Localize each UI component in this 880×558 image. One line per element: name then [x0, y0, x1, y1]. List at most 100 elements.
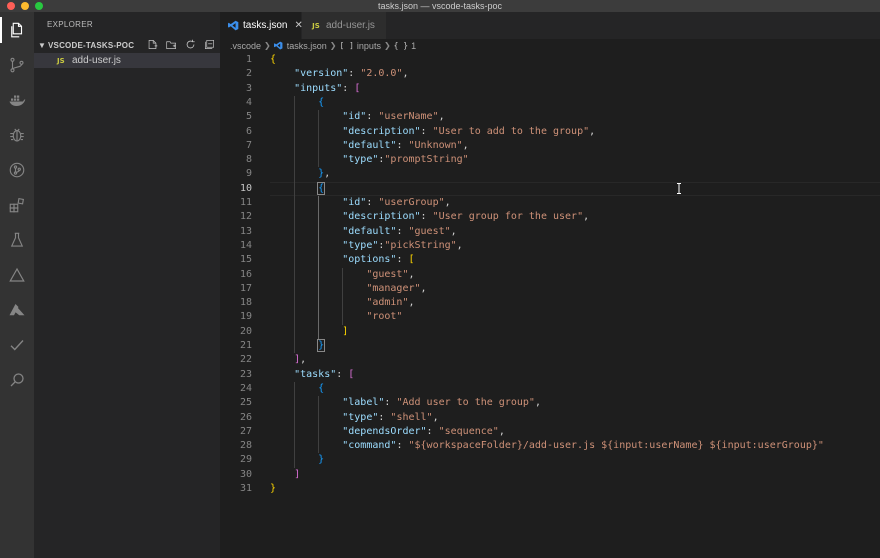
line-number: 3 — [245, 82, 252, 94]
code-line: 10 { — [220, 181, 880, 196]
deployment-icon[interactable] — [0, 259, 34, 291]
line-number: 30 — [239, 468, 252, 480]
breadcrumb-file[interactable]: tasks.json — [287, 41, 327, 51]
code-token: : — [426, 425, 439, 437]
breadcrumb-symbol-inputs[interactable]: inputs — [357, 41, 381, 51]
code-line: 26 "type": "shell", — [220, 411, 880, 425]
code-line: 3 "inputs": [ — [220, 82, 880, 96]
code-line: 23 "tasks": [ — [220, 368, 880, 382]
extensions-icon[interactable] — [0, 189, 34, 221]
code-text: "version": "2.0.0", — [270, 67, 409, 81]
line-number: 6 — [245, 125, 252, 137]
vscode-file-icon — [228, 20, 239, 32]
docker-icon[interactable] — [0, 84, 34, 116]
code-token: , — [444, 197, 451, 208]
code-token: : — [366, 197, 379, 208]
code-token: "manager" — [366, 282, 421, 294]
code-token: : — [348, 68, 361, 80]
collapse-all-icon[interactable] — [203, 38, 216, 51]
code-token: "version" — [294, 68, 349, 80]
line-number: 31 — [239, 483, 252, 494]
git-graph-icon[interactable] — [0, 154, 34, 186]
line-number: 20 — [239, 325, 252, 337]
code-line: 24 { — [220, 382, 880, 396]
breadcrumb-folder[interactable]: .vscode — [230, 41, 261, 51]
code-text: }, — [270, 167, 330, 181]
chevron-down-icon: ▼ — [38, 40, 46, 50]
code-line: 11 "id": "userGroup", — [220, 196, 880, 210]
new-file-icon[interactable] — [146, 38, 159, 51]
code-text: "tasks": [ — [270, 368, 354, 382]
code-line: 27 "dependsOrder": "sequence", — [220, 425, 880, 439]
code-token: , — [408, 268, 415, 280]
code-token: { — [318, 96, 325, 108]
code-editor[interactable]: 1{2 "version": "2.0.0", 3 "inputs": [4 {5… — [220, 52, 880, 558]
tab-tasks-json[interactable]: tasks.json ✕ — [220, 12, 303, 39]
code-token: ] — [342, 325, 349, 337]
code-token: "tasks" — [294, 368, 337, 380]
code-token: , — [324, 168, 331, 180]
code-text: "id": "userName", — [270, 110, 444, 124]
tab-add-user-js[interactable]: JS add-user.js — [302, 12, 386, 39]
code-line: 22 ], — [220, 353, 880, 367]
code-line: 21 } — [220, 339, 880, 353]
code-text: "inputs": [ — [270, 82, 360, 96]
code-token: "label" — [342, 397, 385, 409]
refresh-icon[interactable] — [184, 38, 197, 51]
line-number: 23 — [239, 368, 252, 380]
line-number: 15 — [239, 254, 252, 266]
code-token: , — [462, 139, 469, 151]
code-text: "type":"promptString" — [270, 153, 468, 167]
code-token: "type" — [342, 411, 379, 423]
code-line: 16 "guest", — [220, 268, 880, 282]
testing-icon[interactable] — [0, 224, 34, 256]
check-icon[interactable] — [0, 329, 34, 361]
code-token: "default" — [342, 225, 397, 237]
code-text: "default": "guest", — [270, 225, 456, 239]
code-text: "options": [ — [270, 253, 414, 267]
code-text: { — [270, 53, 276, 67]
code-line: 25 "label": "Add user to the group", — [220, 396, 880, 410]
code-token: , — [534, 397, 541, 409]
code-token: } — [317, 339, 326, 352]
workspace-folder-header[interactable]: ▼ VSCODE-TASKS-POC — [34, 38, 220, 52]
code-text: "root" — [270, 310, 402, 324]
file-item-add-user-js[interactable]: JS add-user.js — [34, 53, 220, 68]
source-control-icon[interactable] — [0, 49, 34, 81]
code-token: , — [420, 282, 427, 294]
code-token: : — [366, 111, 379, 123]
code-token: "${workspaceFolder}/add-user.js ${input:… — [408, 440, 824, 452]
breadcrumb-symbol-1[interactable]: 1 — [411, 41, 416, 51]
code-token: "id" — [342, 111, 367, 123]
debug-icon[interactable] — [0, 119, 34, 151]
line-number: 5 — [245, 111, 252, 123]
code-token: "userGroup" — [378, 197, 445, 208]
code-token: , — [402, 68, 409, 80]
code-line: 30 ] — [220, 468, 880, 482]
explorer-icon[interactable] — [0, 14, 34, 46]
code-line: 9 }, — [220, 167, 880, 181]
folder-actions — [146, 38, 216, 51]
azure-icon[interactable] — [0, 294, 34, 326]
new-folder-icon[interactable] — [165, 38, 178, 51]
code-token: [ — [348, 368, 355, 380]
search-icon[interactable] — [0, 364, 34, 396]
code-text: { — [270, 382, 324, 396]
code-token: "options" — [342, 254, 397, 266]
line-number: 8 — [245, 154, 252, 166]
code-token: "admin" — [366, 297, 409, 309]
code-token: , — [432, 411, 439, 423]
code-token: { — [317, 181, 326, 195]
line-number: 13 — [239, 225, 252, 237]
code-line: 7 "default": "Unknown", — [220, 139, 880, 153]
